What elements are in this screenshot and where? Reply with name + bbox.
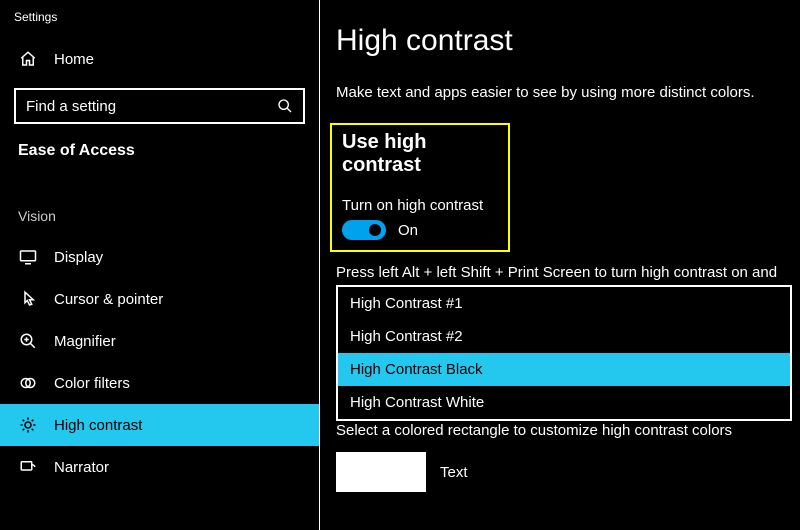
sidebar-item-label: Color filters xyxy=(54,375,130,392)
sidebar-item-highcontrast[interactable]: High contrast xyxy=(0,404,319,446)
theme-dropdown[interactable]: High Contrast #1 High Contrast #2 High C… xyxy=(336,285,792,421)
home-icon xyxy=(18,49,38,69)
app-title: Settings xyxy=(0,6,319,38)
cursor-icon xyxy=(18,289,38,309)
sidebar-item-cursor[interactable]: Cursor & pointer xyxy=(0,278,319,320)
use-high-contrast-heading: Use high contrast xyxy=(342,131,498,177)
customize-hint: Select a colored rectangle to customize … xyxy=(320,420,800,439)
theme-option-1[interactable]: High Contrast #1 xyxy=(338,287,790,320)
sidebar-item-label: Narrator xyxy=(54,459,109,476)
high-contrast-highlight: Use high contrast Turn on high contrast … xyxy=(330,123,510,252)
search-input[interactable]: Find a setting xyxy=(14,88,305,124)
sidebar: Settings Home Find a setting Ease of Acc… xyxy=(0,0,320,530)
sidebar-item-label: High contrast xyxy=(54,417,142,434)
main-content: High contrast Make text and apps easier … xyxy=(320,0,800,530)
monitor-icon xyxy=(18,247,38,267)
toggle-knob xyxy=(369,224,381,236)
theme-option-3[interactable]: High Contrast Black xyxy=(338,353,790,386)
nav-home-label: Home xyxy=(54,51,94,68)
toggle-label: Turn on high contrast xyxy=(342,197,498,214)
toggle-state: On xyxy=(398,222,418,239)
search-wrap: Find a setting xyxy=(14,88,305,124)
colorfilters-icon xyxy=(18,373,38,393)
magnifier-icon xyxy=(18,331,38,351)
sidebar-item-label: Display xyxy=(54,249,103,266)
search-icon xyxy=(277,98,293,114)
sidebar-item-colorfilters[interactable]: Color filters xyxy=(0,362,319,404)
group-header: Ease of Access xyxy=(0,138,319,178)
theme-option-4[interactable]: High Contrast White xyxy=(338,386,790,419)
sidebar-item-magnifier[interactable]: Magnifier xyxy=(0,320,319,362)
sidebar-item-display[interactable]: Display xyxy=(0,236,319,278)
nav-home[interactable]: Home xyxy=(0,38,319,80)
swatch-label-text: Text xyxy=(440,464,468,481)
shortcut-hint: Press left Alt + left Shift + Print Scre… xyxy=(320,252,800,281)
color-swatch-row: Text xyxy=(320,440,800,492)
high-contrast-toggle[interactable] xyxy=(342,220,386,240)
page-title: High contrast xyxy=(320,24,800,58)
page-description: Make text and apps easier to see by usin… xyxy=(320,58,800,101)
section-vision-label: Vision xyxy=(0,178,319,236)
theme-option-2[interactable]: High Contrast #2 xyxy=(338,320,790,353)
narrator-icon xyxy=(18,457,38,477)
sun-icon xyxy=(18,415,38,435)
sidebar-item-narrator[interactable]: Narrator xyxy=(0,446,319,488)
search-placeholder: Find a setting xyxy=(26,98,277,115)
sidebar-item-label: Cursor & pointer xyxy=(54,291,163,308)
text-color-swatch[interactable] xyxy=(336,452,426,492)
sidebar-item-label: Magnifier xyxy=(54,333,116,350)
